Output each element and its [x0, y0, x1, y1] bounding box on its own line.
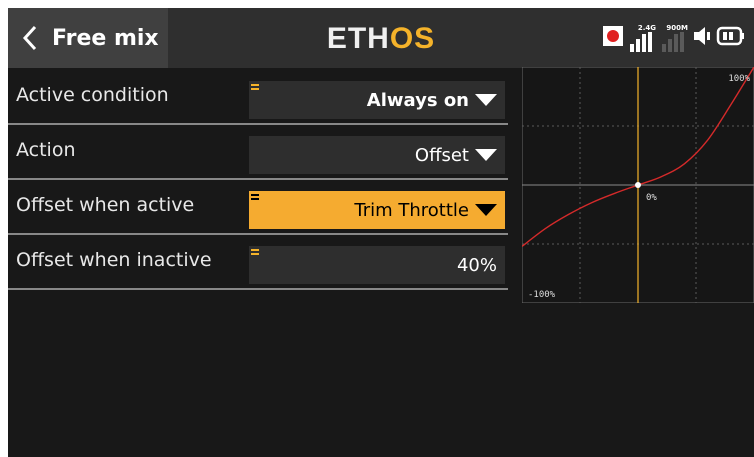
dropdown-arrow-icon	[475, 149, 497, 161]
row-action: Action Offset	[8, 126, 508, 180]
active-condition-value: Always on	[366, 90, 469, 111]
dropdown-arrow-icon	[475, 204, 497, 216]
menu-icon	[251, 84, 259, 92]
divider	[8, 123, 508, 125]
offset-when-inactive-value: 40%	[456, 255, 497, 276]
record-icon	[602, 25, 624, 51]
action-label: Action	[16, 139, 76, 161]
curve-point	[635, 182, 641, 188]
row-offset-when-active: Offset when active Trim Throttle	[8, 181, 508, 235]
menu-icon	[251, 249, 259, 257]
offset-when-inactive-field[interactable]: 40%	[249, 246, 505, 284]
offset-when-active-label: Offset when active	[16, 194, 195, 216]
active-condition-select[interactable]: Always on	[249, 81, 505, 119]
active-condition-label: Active condition	[16, 84, 169, 106]
row-active-condition: Active condition Always on	[8, 71, 508, 125]
logo-accent: OS	[389, 22, 436, 55]
row-offset-when-inactive: Offset when inactive 40%	[8, 236, 508, 290]
action-select[interactable]: Offset	[249, 136, 505, 174]
speaker-icon	[692, 25, 712, 51]
action-value: Offset	[414, 145, 469, 166]
status-area: 2.4G 900M	[602, 24, 746, 52]
label-top: 100%	[728, 74, 750, 84]
band-label-900m: 900M	[666, 24, 688, 32]
offset-when-active-value: Trim Throttle	[354, 200, 469, 221]
dropdown-arrow-icon	[475, 94, 497, 106]
curve-chart: 100% 0% -100%	[522, 67, 754, 303]
signal-2g4-icon: 2.4G	[628, 24, 656, 52]
offset-when-inactive-label: Offset when inactive	[16, 249, 212, 271]
label-center: 0%	[646, 193, 657, 203]
label-bottom: -100%	[528, 290, 556, 300]
band-label-2g4: 2.4G	[637, 24, 656, 32]
header-bar: Free mix ETHOS 2.4G 900M	[8, 8, 754, 68]
divider	[8, 288, 508, 290]
divider	[8, 233, 508, 235]
logo-main: ETH	[326, 22, 390, 55]
menu-icon	[251, 194, 259, 202]
offset-when-active-select[interactable]: Trim Throttle	[249, 191, 505, 229]
battery-icon	[716, 25, 746, 51]
signal-900m-icon: 900M	[660, 24, 688, 52]
divider	[8, 178, 508, 180]
screen: Free mix ETHOS 2.4G 900M Active conditio…	[8, 8, 754, 457]
